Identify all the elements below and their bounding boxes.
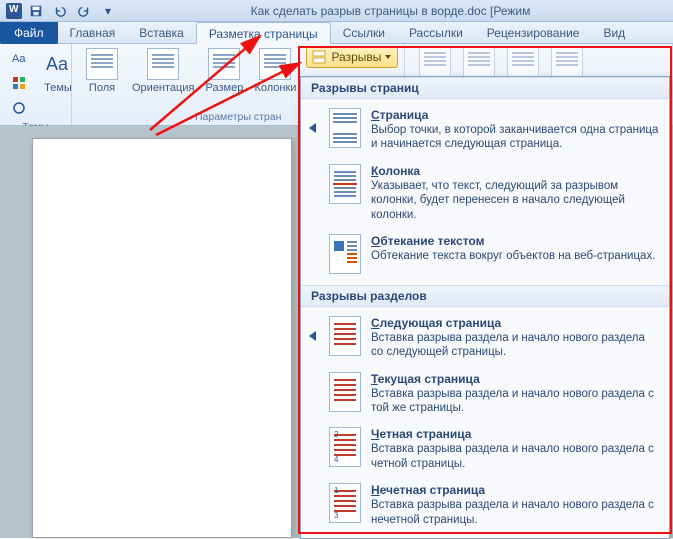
breaks-button[interactable]: Разрывы <box>306 46 398 68</box>
tab-review[interactable]: Рецензирование <box>475 22 592 44</box>
item-desc: Обтекание текста вокруг объектов на веб-… <box>371 249 659 263</box>
item-desc: Вставка разрыва раздела и начало нового … <box>371 331 659 360</box>
item-desc: Вставка разрыва раздела и начало нового … <box>371 442 659 471</box>
undo-icon[interactable] <box>50 2 70 20</box>
item-even-page[interactable]: 24 Четная страница Вставка разрыва разде… <box>301 422 669 478</box>
column-break-icon <box>329 164 361 204</box>
page-borders-icon[interactable] <box>507 46 539 78</box>
document-page[interactable] <box>32 138 292 538</box>
item-next-page[interactable]: Следующая страница Вставка разрыва разде… <box>301 311 669 367</box>
breaks-label: Разрывы <box>331 50 381 64</box>
orientation-button[interactable]: Ориентация <box>128 46 198 96</box>
item-title: Четная страница <box>371 427 659 441</box>
selected-arrow-icon <box>309 123 316 133</box>
item-desc: Вставка разрыва раздела и начало нового … <box>371 498 659 527</box>
item-title: Следующая страница <box>371 316 659 330</box>
color-themes-icon[interactable] <box>6 71 32 95</box>
ribbon-group-themes: Aa Aa Темы Темы <box>0 44 72 125</box>
tab-references[interactable]: Ссылки <box>331 22 397 44</box>
size-label: Размер <box>206 82 244 94</box>
item-continuous[interactable]: Текущая страница Вставка разрыва раздела… <box>301 367 669 423</box>
font-themes-icon[interactable]: Aa <box>6 46 32 70</box>
item-title: Страница <box>371 108 659 122</box>
breaks-icon <box>311 49 327 65</box>
margins-label: Поля <box>89 82 115 94</box>
item-desc: Выбор точки, в которой заканчивается одн… <box>371 123 659 152</box>
breaks-dropdown: Разрывы страниц Страница Выбор точки, в … <box>300 76 670 539</box>
tab-insert[interactable]: Вставка <box>127 22 196 44</box>
item-page-break[interactable]: Страница Выбор точки, в которой заканчив… <box>301 103 669 159</box>
next-page-icon <box>329 316 361 356</box>
continuous-icon <box>329 372 361 412</box>
indent-icon[interactable] <box>551 46 583 78</box>
item-title: Обтекание текстом <box>371 234 659 248</box>
page-color-icon[interactable] <box>463 46 495 78</box>
item-title: Нечетная страница <box>371 483 659 497</box>
title-bar: ▾ Как сделать разрыв страницы в ворде.do… <box>0 0 673 22</box>
even-page-icon: 24 <box>329 427 361 467</box>
tab-home[interactable]: Главная <box>58 22 128 44</box>
section-header-page-breaks: Разрывы страниц <box>301 77 669 99</box>
item-desc: Указывает, что текст, следующий за разры… <box>371 179 659 222</box>
tab-page-layout[interactable]: Разметка страницы <box>196 22 331 44</box>
item-odd-page[interactable]: 13 Нечетная страница Вставка разрыва раз… <box>301 478 669 534</box>
watermark-icon[interactable] <box>419 46 451 78</box>
margins-button[interactable]: Поля <box>78 46 126 96</box>
svg-text:Aa: Aa <box>12 53 26 65</box>
item-desc: Вставка разрыва раздела и начало нового … <box>371 387 659 416</box>
columns-button[interactable]: Колонки <box>250 46 300 96</box>
save-icon[interactable] <box>26 2 46 20</box>
item-title: Текущая страница <box>371 372 659 386</box>
size-button[interactable]: Размер <box>200 46 248 96</box>
odd-page-icon: 13 <box>329 483 361 523</box>
section-header-section-breaks: Разрывы разделов <box>301 285 669 307</box>
window-title: Как сделать разрыв страницы в ворде.doc … <box>118 4 673 18</box>
tab-file[interactable]: Файл <box>0 22 58 44</box>
chevron-down-icon <box>385 55 391 59</box>
text-wrap-icon <box>329 234 361 274</box>
orientation-label: Ориентация <box>132 82 194 94</box>
page-break-icon <box>329 108 361 148</box>
tab-view[interactable]: Вид <box>591 22 637 44</box>
effect-themes-icon[interactable] <box>6 96 32 120</box>
item-title: Колонка <box>371 164 659 178</box>
item-column-break[interactable]: Колонка Указывает, что текст, следующий … <box>301 159 669 229</box>
columns-label: Колонки <box>254 82 296 94</box>
ribbon-tabs: Файл Главная Вставка Разметка страницы С… <box>0 22 673 44</box>
tab-mailings[interactable]: Рассылки <box>397 22 475 44</box>
redo-icon[interactable] <box>74 2 94 20</box>
word-app-icon[interactable] <box>6 3 22 19</box>
item-text-wrap[interactable]: Обтекание текстом Обтекание текста вокру… <box>301 229 669 281</box>
quick-access-toolbar: ▾ <box>6 2 118 20</box>
svg-text:Aa: Aa <box>46 54 69 74</box>
selected-arrow-icon <box>309 331 316 341</box>
qat-customize-icon[interactable]: ▾ <box>98 2 118 20</box>
themes-label: Темы <box>44 82 72 94</box>
